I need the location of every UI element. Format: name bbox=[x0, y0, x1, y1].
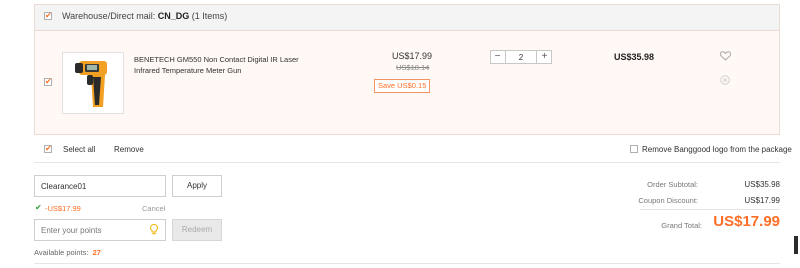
select-all-label[interactable]: Select all bbox=[63, 145, 95, 154]
unit-price: US$17.99 bbox=[392, 51, 433, 61]
quantity-stepper: − + bbox=[490, 50, 552, 64]
heart-icon[interactable] bbox=[719, 51, 732, 63]
scrollbar-thumb[interactable] bbox=[794, 236, 798, 254]
warehouse-title: Warehouse/Direct mail: CN_DG (1 Items) bbox=[62, 11, 227, 21]
coupon-discount-label: Coupon Discount: bbox=[638, 196, 698, 205]
product-name-line2: Infrared Temperature Meter Gun bbox=[134, 66, 242, 75]
available-points-value: 27 bbox=[92, 248, 101, 257]
coupon-input[interactable] bbox=[34, 175, 166, 197]
bottom-divider bbox=[34, 263, 780, 264]
lightbulb-icon bbox=[149, 223, 159, 237]
original-price: US$18.14 bbox=[396, 63, 430, 72]
points-input[interactable] bbox=[34, 219, 166, 241]
decrease-quantity-button[interactable]: − bbox=[491, 51, 504, 63]
product-name-line1: BENETECH GM550 Non Contact Digital IR La… bbox=[134, 55, 299, 64]
available-points: Available points: 27 bbox=[34, 248, 101, 257]
warehouse-code: CN_DG bbox=[157, 11, 190, 21]
coupon-discount-applied: -US$17.99 bbox=[45, 204, 81, 213]
product-name[interactable]: BENETECH GM550 Non Contact Digital IR La… bbox=[134, 54, 299, 76]
warehouse-checkbox[interactable] bbox=[44, 11, 52, 21]
remove-logo-checkbox[interactable] bbox=[630, 145, 638, 153]
save-badge: Save US$0.15 bbox=[374, 79, 431, 93]
thermometer-gun-image bbox=[75, 61, 107, 107]
remove-link[interactable]: Remove bbox=[114, 145, 144, 154]
close-circle-icon[interactable] bbox=[720, 75, 730, 87]
remove-logo-label[interactable]: Remove Banggood logo from the package bbox=[642, 145, 792, 154]
order-subtotal-label: Order Subtotal: bbox=[647, 180, 698, 189]
increase-quantity-button[interactable]: + bbox=[538, 51, 551, 63]
coupon-discount-value: US$17.99 bbox=[744, 196, 780, 205]
order-subtotal-value: US$35.98 bbox=[744, 180, 780, 189]
select-all-checkbox[interactable] bbox=[44, 144, 52, 154]
summary-divider bbox=[640, 209, 780, 210]
available-points-label: Available points: bbox=[34, 248, 89, 257]
section-divider bbox=[34, 162, 780, 163]
grand-total-value: US$17.99 bbox=[713, 213, 780, 230]
grand-total-label: Grand Total: bbox=[661, 221, 702, 230]
redeem-button[interactable]: Redeem bbox=[172, 219, 222, 241]
apply-coupon-button[interactable]: Apply bbox=[172, 175, 222, 197]
quantity-input[interactable] bbox=[505, 51, 537, 63]
product-image[interactable] bbox=[62, 52, 124, 114]
warehouse-label: Warehouse/Direct mail: bbox=[62, 11, 156, 21]
warehouse-count: (1 Items) bbox=[191, 11, 228, 21]
item-subtotal: US$35.98 bbox=[614, 52, 655, 62]
item-checkbox[interactable] bbox=[44, 77, 52, 87]
check-icon: ✔ bbox=[35, 203, 42, 212]
cancel-coupon-link[interactable]: Cancel bbox=[142, 204, 165, 213]
